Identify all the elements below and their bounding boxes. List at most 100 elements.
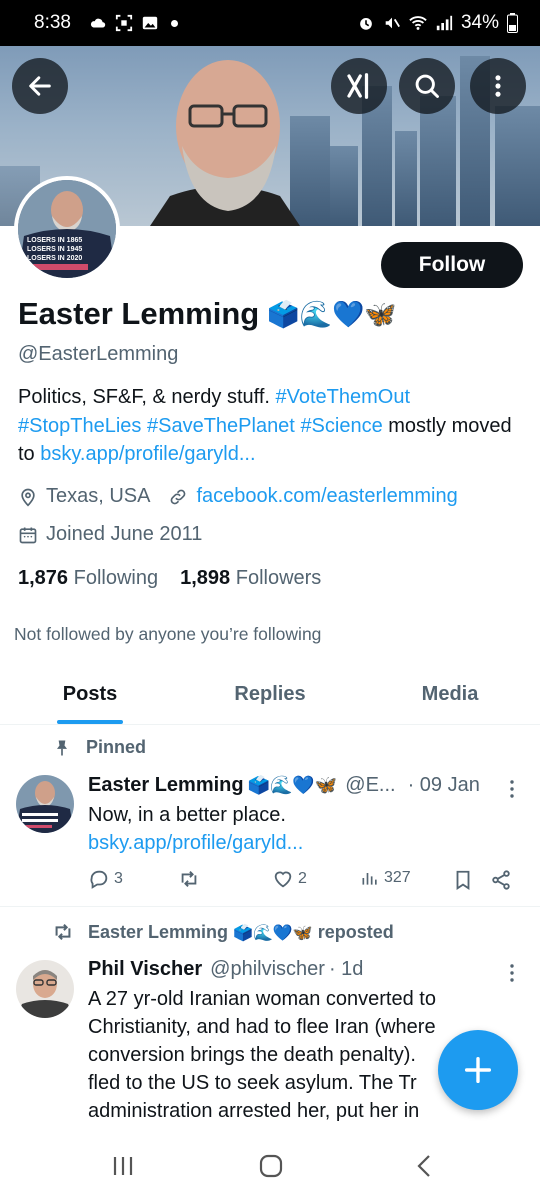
display-name-text: Easter Lemming bbox=[18, 296, 260, 331]
post-actions: 3 2 327 bbox=[88, 868, 528, 892]
status-time: 8:38 bbox=[34, 12, 71, 33]
status-bar: 8:38 34% bbox=[0, 0, 540, 46]
grok-button[interactable] bbox=[331, 58, 387, 114]
post-avatar[interactable] bbox=[16, 960, 74, 1018]
arrow-left-icon bbox=[29, 76, 51, 96]
repost-context: Easter Lemming 🗳️🌊💙🦋 reposted bbox=[52, 921, 394, 943]
link-icon bbox=[171, 489, 186, 504]
location-icon bbox=[21, 488, 35, 507]
post-avatar-image bbox=[16, 960, 74, 1018]
post-text-line: Now, in a better place. bbox=[88, 804, 286, 826]
post-link[interactable]: bsky.app/profile/garyld... bbox=[88, 829, 488, 857]
post-text-line: A 27 yr-old Iranian woman converted to bbox=[88, 988, 436, 1010]
profile-avatar[interactable]: LOSERS IN 1865 LOSERS IN 1945 LOSERS IN … bbox=[14, 176, 120, 282]
bio-bsky-link[interactable]: bsky.app/profile/garyld... bbox=[40, 443, 255, 465]
post-divider bbox=[0, 906, 540, 907]
post-header: Easter Lemming 🗳️🌊💙🦋 @E... · 09 Jan bbox=[88, 774, 480, 797]
home-icon[interactable] bbox=[256, 1151, 286, 1181]
following-stat[interactable]: 1,876 Following bbox=[18, 567, 158, 590]
hashtag-science[interactable]: #Science bbox=[300, 415, 382, 437]
reply-action[interactable]: 3 bbox=[88, 868, 123, 890]
back-nav-icon[interactable] bbox=[410, 1151, 440, 1181]
views-icon bbox=[362, 873, 377, 885]
like-action[interactable]: 2 bbox=[272, 868, 307, 890]
notification-dot-icon bbox=[170, 19, 178, 27]
post-handle: @E... bbox=[345, 774, 396, 796]
post-body: Now, in a better place. bsky.app/profile… bbox=[88, 801, 488, 857]
post-time: · 1d bbox=[328, 958, 364, 980]
status-left: 8:38 bbox=[34, 12, 178, 34]
post-more-icon[interactable] bbox=[505, 779, 519, 799]
hashtag-votethemout[interactable]: #VoteThemOut bbox=[276, 386, 411, 408]
repost-action[interactable] bbox=[178, 868, 200, 890]
display-name-emojis: 🗳️🌊💙🦋 bbox=[267, 298, 397, 329]
calendar-icon bbox=[19, 527, 37, 543]
pin-icon bbox=[57, 740, 67, 755]
tab-replies[interactable]: Replies bbox=[180, 665, 360, 724]
post-handle: @philvischer bbox=[210, 958, 325, 980]
signal-icon bbox=[436, 15, 453, 31]
reposted-label: reposted bbox=[317, 921, 394, 942]
post-author-emojis: 🗳️🌊💙🦋 bbox=[247, 775, 338, 795]
repost-icon bbox=[55, 923, 71, 941]
recent-apps-icon[interactable] bbox=[108, 1151, 138, 1181]
display-name: Easter Lemming 🗳️🌊💙🦋 bbox=[18, 296, 397, 332]
post-more-icon[interactable] bbox=[505, 963, 519, 983]
post-avatar[interactable] bbox=[16, 775, 74, 833]
mute-icon bbox=[385, 17, 400, 29]
more-options-button[interactable] bbox=[470, 58, 526, 114]
bookmark-icon[interactable] bbox=[452, 869, 474, 891]
battery-icon bbox=[507, 13, 518, 33]
profile-handle: @EasterLemming bbox=[18, 343, 179, 365]
profile-location: Texas, USA bbox=[46, 485, 151, 507]
follow-button[interactable]: Follow bbox=[381, 242, 523, 288]
grok-icon bbox=[347, 73, 369, 99]
hashtag-stopthelies[interactable]: #StopTheLies bbox=[18, 415, 141, 437]
followers-label: Followers bbox=[235, 567, 322, 589]
post-avatar-image bbox=[16, 775, 74, 833]
reposter-name[interactable]: Easter Lemming bbox=[88, 922, 228, 942]
back-button[interactable] bbox=[12, 58, 68, 114]
post-author[interactable]: Phil Vischer bbox=[88, 958, 202, 981]
view-count: 327 bbox=[384, 869, 411, 886]
post-author[interactable]: Easter Lemming bbox=[88, 774, 244, 797]
system-nav-bar bbox=[0, 1131, 540, 1199]
following-count: 1,876 bbox=[18, 567, 69, 589]
search-button[interactable] bbox=[399, 58, 455, 114]
pinned-label: Pinned bbox=[52, 737, 146, 758]
banner-portrait bbox=[150, 60, 300, 226]
plus-icon bbox=[464, 1056, 492, 1084]
battery-percent: 34% bbox=[460, 12, 499, 33]
wifi-icon bbox=[409, 16, 427, 30]
avatar-image: LOSERS IN 1865 LOSERS IN 1945 LOSERS IN … bbox=[18, 180, 116, 278]
tab-posts[interactable]: Posts bbox=[0, 665, 180, 724]
post-header: Phil Vischer @philvischer · 1d bbox=[88, 958, 363, 981]
profile-tabs: Posts Replies Media bbox=[0, 665, 540, 725]
pinned-text: Pinned bbox=[86, 737, 147, 757]
profile-bio: Politics, SF&F, & nerdy stuff. #VoteThem… bbox=[18, 383, 518, 469]
post-time: · 09 Jan bbox=[407, 774, 480, 796]
heart-icon bbox=[274, 871, 292, 888]
cloud-icon bbox=[90, 18, 106, 28]
avatar-shirt-line-3: LOSERS IN 2020 bbox=[27, 255, 82, 262]
reply-icon bbox=[90, 870, 108, 889]
more-vertical-icon bbox=[495, 75, 501, 97]
follow-stats: 1,876 Following 1,898 Followers bbox=[18, 567, 321, 590]
compose-button[interactable] bbox=[438, 1030, 518, 1110]
share-icon[interactable] bbox=[490, 869, 512, 891]
like-count: 2 bbox=[298, 870, 307, 887]
screenshot-icon bbox=[115, 14, 133, 32]
bio-text-1: Politics, SF&F, & nerdy stuff. bbox=[18, 386, 276, 408]
profile-website[interactable]: facebook.com/easterlemming bbox=[196, 485, 457, 508]
profile-joined-row: Joined June 2011 bbox=[18, 523, 202, 546]
not-followed-notice: Not followed by anyone you’re following bbox=[14, 624, 322, 644]
reposter-emojis: 🗳️🌊💙🦋 bbox=[233, 924, 313, 942]
repost-icon bbox=[181, 871, 197, 887]
hashtag-savetheplanet[interactable]: #SaveThePlanet bbox=[147, 415, 295, 437]
avatar-shirt-line-1: LOSERS IN 1865 bbox=[27, 237, 82, 244]
followers-stat[interactable]: 1,898 Followers bbox=[180, 567, 321, 590]
tab-media[interactable]: Media bbox=[360, 665, 540, 724]
views-action[interactable]: 327 bbox=[360, 868, 411, 888]
followers-count: 1,898 bbox=[180, 567, 231, 589]
profile-joined: Joined June 2011 bbox=[46, 523, 203, 545]
